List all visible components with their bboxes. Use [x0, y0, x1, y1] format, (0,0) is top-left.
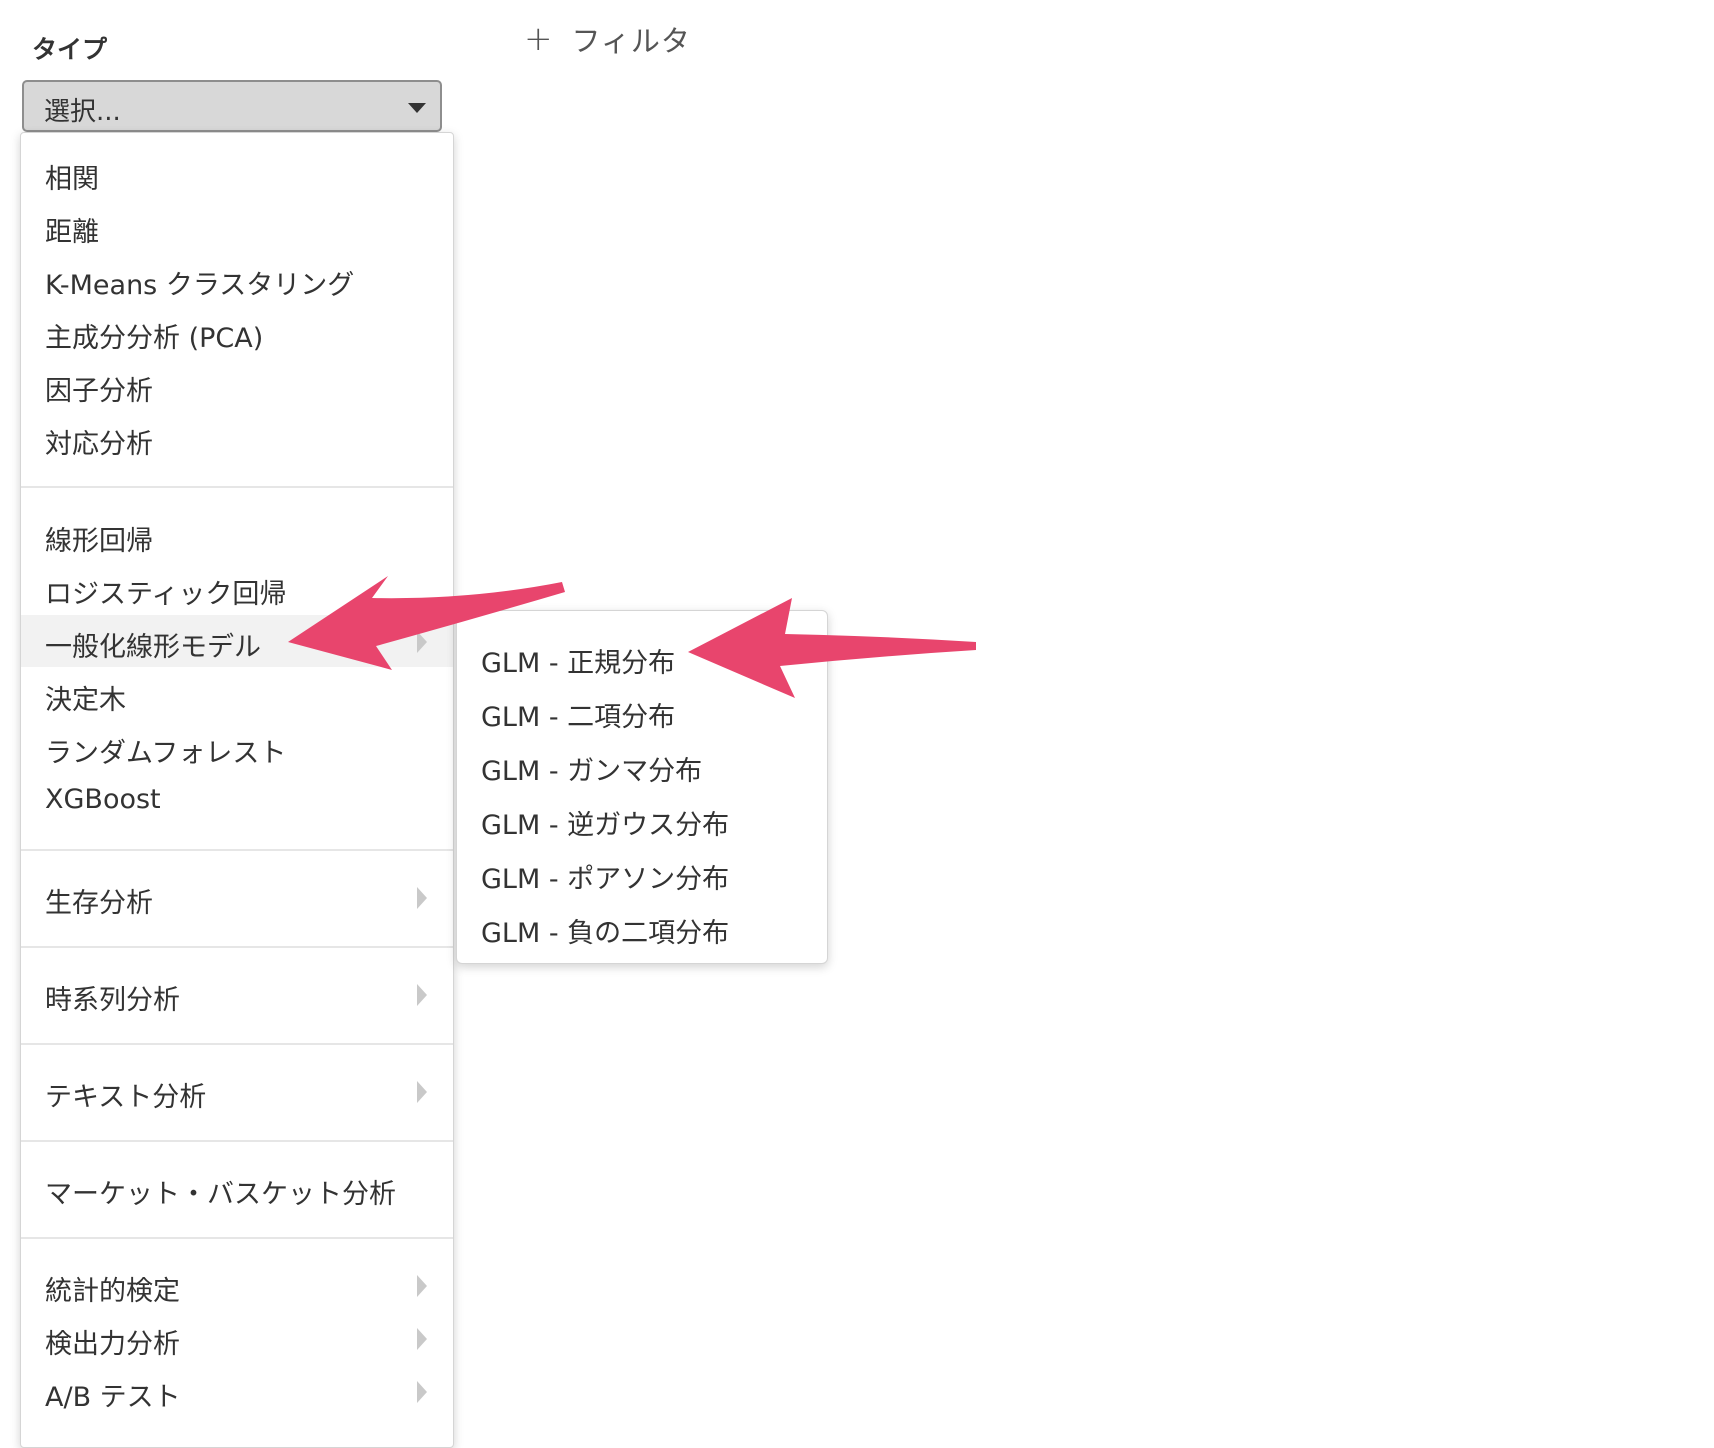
menu-item-time-series[interactable]: 時系列分析 — [21, 968, 453, 1020]
menu-item-statistical-test[interactable]: 統計的検定 — [21, 1259, 453, 1311]
menu-item-pca[interactable]: 主成分分析 (PCA) — [21, 306, 453, 358]
submenu-item-glm-negative-binomial[interactable]: GLM - 負の二項分布 — [457, 901, 827, 953]
select-value: 選択... — [44, 97, 121, 127]
menu-divider — [21, 1237, 453, 1239]
submenu-item-glm-poisson[interactable]: GLM - ポアソン分布 — [457, 847, 827, 899]
glm-submenu: GLM - 正規分布 GLM - 二項分布 GLM - ガンマ分布 GLM - … — [456, 610, 828, 964]
chevron-right-icon — [417, 631, 427, 653]
caret-down-icon — [408, 103, 426, 113]
add-filter-button[interactable]: + フィルタ — [524, 18, 691, 60]
filter-label: フィルタ — [571, 24, 691, 58]
plus-icon: + — [524, 19, 554, 59]
type-label: タイプ — [32, 35, 108, 64]
menu-item-kmeans[interactable]: K-Means クラスタリング — [21, 253, 453, 305]
submenu-item-glm-binomial[interactable]: GLM - 二項分布 — [457, 685, 827, 737]
menu-item-logistic-regression[interactable]: ロジスティック回帰 — [21, 562, 453, 614]
menu-item-correspondence-analysis[interactable]: 対応分析 — [21, 412, 453, 464]
menu-item-glm[interactable]: 一般化線形モデル — [21, 615, 453, 667]
type-dropdown-menu: 相関 距離 K-Means クラスタリング 主成分分析 (PCA) 因子分析 対… — [20, 132, 454, 1448]
menu-item-correlation[interactable]: 相関 — [21, 147, 453, 199]
menu-item-distance[interactable]: 距離 — [21, 200, 453, 252]
submenu-item-glm-normal[interactable]: GLM - 正規分布 — [457, 631, 827, 683]
menu-item-xgboost[interactable]: XGBoost — [21, 774, 453, 826]
menu-item-power-analysis[interactable]: 検出力分析 — [21, 1312, 453, 1364]
menu-item-decision-tree[interactable]: 決定木 — [21, 668, 453, 720]
chevron-right-icon — [417, 984, 427, 1006]
menu-divider — [21, 849, 453, 851]
menu-item-text-analysis[interactable]: テキスト分析 — [21, 1065, 453, 1117]
menu-item-survival-analysis[interactable]: 生存分析 — [21, 871, 453, 923]
menu-item-market-basket[interactable]: マーケット・バスケット分析 — [21, 1162, 453, 1214]
type-select[interactable]: 選択... — [22, 80, 442, 132]
chevron-right-icon — [417, 887, 427, 909]
menu-item-linear-regression[interactable]: 線形回帰 — [21, 509, 453, 561]
submenu-item-glm-inverse-gaussian[interactable]: GLM - 逆ガウス分布 — [457, 793, 827, 845]
menu-item-random-forest[interactable]: ランダムフォレスト — [21, 721, 453, 773]
menu-divider — [21, 1140, 453, 1142]
chevron-right-icon — [417, 1381, 427, 1403]
submenu-item-glm-gamma[interactable]: GLM - ガンマ分布 — [457, 739, 827, 791]
menu-divider — [21, 486, 453, 488]
chevron-right-icon — [417, 1275, 427, 1297]
chevron-right-icon — [417, 1328, 427, 1350]
chevron-right-icon — [417, 1081, 427, 1103]
menu-divider — [21, 946, 453, 948]
menu-divider — [21, 1043, 453, 1045]
menu-item-factor-analysis[interactable]: 因子分析 — [21, 359, 453, 411]
menu-item-ab-test[interactable]: A/B テスト — [21, 1365, 453, 1417]
